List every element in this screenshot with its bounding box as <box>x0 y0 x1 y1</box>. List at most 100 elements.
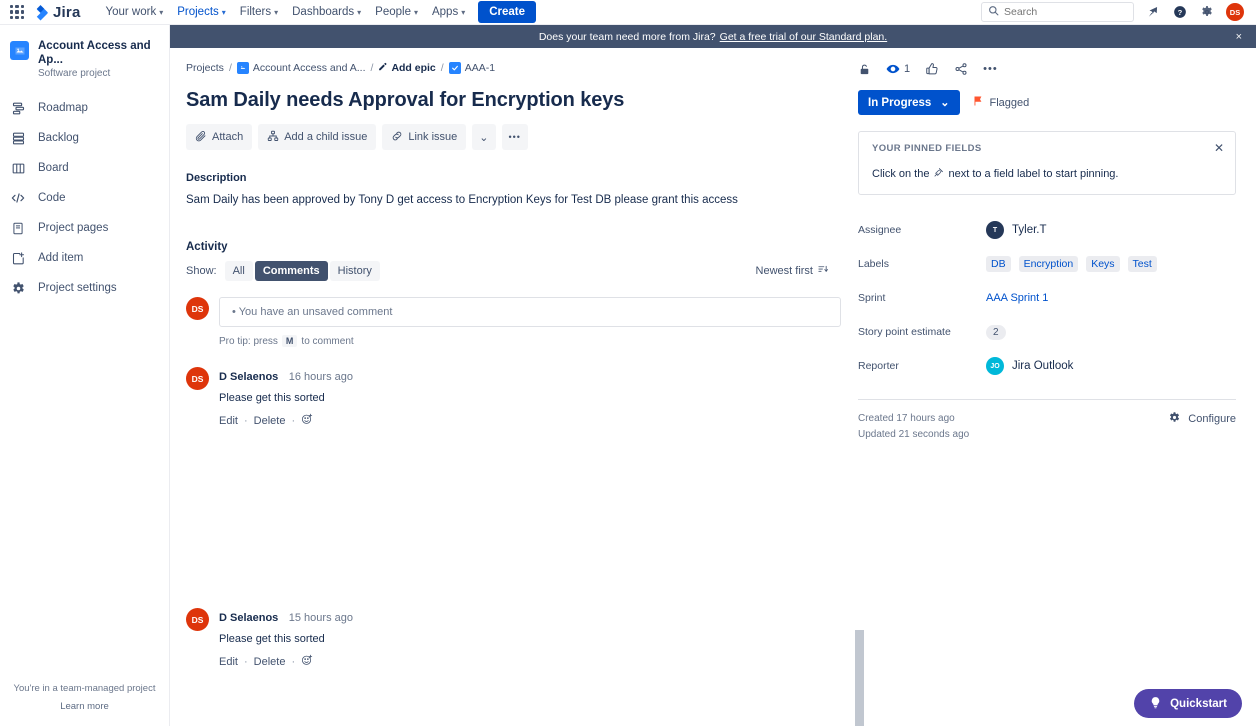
watch-eye-icon[interactable]: 1 <box>886 62 910 76</box>
label-chip[interactable]: Test <box>1127 256 1157 272</box>
sidebar-learn-more-link[interactable]: Learn more <box>60 701 109 712</box>
search-box[interactable] <box>981 2 1134 22</box>
lock-icon[interactable] <box>858 63 871 76</box>
field-value[interactable]: JO Jira Outlook <box>986 357 1073 375</box>
separator-dot: · <box>291 414 296 427</box>
thumbs-up-icon[interactable] <box>925 62 939 76</box>
filter-history[interactable]: History <box>329 261 380 281</box>
comment-author[interactable]: D Selaenos <box>219 371 278 383</box>
label-chip[interactable]: Encryption <box>1018 256 1079 272</box>
add-reaction-icon[interactable] <box>301 413 313 428</box>
link-issue-button[interactable]: Link issue <box>382 124 467 150</box>
breadcrumb: Projects / Account Access and A... / Add… <box>186 62 495 74</box>
filter-comments[interactable]: Comments <box>254 261 328 281</box>
more-options-icon[interactable]: ••• <box>983 63 998 75</box>
settings-gear-icon[interactable] <box>1199 4 1215 20</box>
search-input[interactable] <box>1004 6 1127 18</box>
comment-body-wrap: D Selaenos 16 hours ago Please get this … <box>219 367 353 428</box>
nav-apps[interactable]: Apps ▾ <box>425 3 472 21</box>
avatar: DS <box>186 297 209 320</box>
sidebar-project-header[interactable]: Account Access and Ap... Software projec… <box>0 35 169 79</box>
breadcrumb-project-label: Account Access and A... <box>252 62 366 74</box>
breadcrumb-add-epic[interactable]: Add epic <box>378 62 436 74</box>
sidebar-item-backlog[interactable]: Backlog <box>0 123 169 153</box>
sidebar-footer: You're in a team-managed project Learn m… <box>0 680 169 716</box>
nav-projects[interactable]: Projects ▾ <box>170 3 233 21</box>
sidebar-item-label: Backlog <box>38 132 79 144</box>
sidebar-item-roadmap[interactable]: Roadmap <box>0 93 169 123</box>
avatar: T <box>986 221 1004 239</box>
scrollbar-thumb[interactable] <box>855 630 864 726</box>
sort-order-button[interactable]: Newest first <box>756 264 850 278</box>
filter-all[interactable]: All <box>224 261 253 281</box>
activity-heading: Activity <box>186 241 228 253</box>
create-button[interactable]: Create <box>478 1 537 23</box>
comment-timestamp: 15 hours ago <box>288 612 353 624</box>
attach-button[interactable]: Attach <box>186 124 253 150</box>
pinned-fields-panel: YOUR PINNED FIELDS Click on the next to … <box>858 131 1236 195</box>
sidebar-item-add-item[interactable]: Add item <box>0 243 169 273</box>
actions-dropdown-button[interactable]: ⌄ <box>472 124 496 150</box>
label-chip[interactable]: DB <box>986 256 1011 272</box>
nav-your-work[interactable]: Your work ▾ <box>99 3 171 21</box>
user-avatar[interactable]: DS <box>1226 3 1244 21</box>
comment-delete-link[interactable]: Delete <box>254 656 286 668</box>
field-label: Sprint <box>858 292 886 304</box>
status-label: In Progress <box>868 96 932 109</box>
gear-icon <box>1168 411 1181 427</box>
add-item-icon <box>10 250 26 266</box>
comment-delete-link[interactable]: Delete <box>254 415 286 427</box>
comment-edit-link[interactable]: Edit <box>219 415 238 427</box>
breadcrumb-projects[interactable]: Projects <box>186 62 224 74</box>
breadcrumb-issue-key[interactable]: AAA-1 <box>448 62 496 74</box>
breadcrumb-separator: / <box>440 62 444 74</box>
quickstart-label: Quickstart <box>1170 697 1227 710</box>
field-value[interactable]: AAA Sprint 1 <box>986 292 1048 304</box>
comment-edit-link[interactable]: Edit <box>219 656 238 668</box>
nav-filters[interactable]: Filters ▾ <box>233 3 285 21</box>
protip-key: M <box>281 335 298 347</box>
nav-dashboards[interactable]: Dashboards ▾ <box>285 3 368 21</box>
field-value[interactable]: 2 <box>986 324 1006 340</box>
more-actions-button[interactable]: ••• <box>501 124 528 150</box>
banner-trial-link[interactable]: Get a free trial of our Standard plan. <box>720 31 888 43</box>
sidebar-item-code[interactable]: Code <box>0 183 169 213</box>
comment-item: DS D Selaenos 16 hours ago Please get th… <box>186 367 850 428</box>
help-icon[interactable]: ? <box>1172 4 1188 20</box>
protip-suffix: to comment <box>301 335 354 347</box>
field-value[interactable]: T Tyler.T <box>986 221 1047 239</box>
field-value[interactable]: DB Encryption Keys Test <box>986 256 1157 272</box>
comment-author[interactable]: D Selaenos <box>219 612 278 624</box>
breadcrumb-separator: / <box>228 62 232 74</box>
label-chip[interactable]: Keys <box>1086 256 1120 272</box>
link-issue-label: Link issue <box>408 131 458 143</box>
sprint-link[interactable]: AAA Sprint 1 <box>986 292 1048 304</box>
configure-button[interactable]: Configure <box>1168 411 1236 427</box>
comment-text: Please get this sorted <box>219 633 325 645</box>
sidebar-item-project-pages[interactable]: Project pages <box>0 213 169 243</box>
add-child-issue-button[interactable]: Add a child issue <box>258 124 377 150</box>
sidebar-item-board[interactable]: Board <box>0 153 169 183</box>
banner-close-icon[interactable]: × <box>1236 31 1242 43</box>
jira-logo[interactable]: Jira <box>32 4 81 21</box>
breadcrumb-project[interactable]: Account Access and A... <box>236 62 366 74</box>
add-reaction-icon[interactable] <box>301 654 313 669</box>
issue-timestamps: Created 17 hours ago Updated 21 seconds … <box>858 411 969 443</box>
comment-input[interactable]: • You have an unsaved comment <box>219 297 841 327</box>
gear-icon <box>10 280 26 296</box>
banner-text: Does your team need more from Jira? <box>538 30 716 43</box>
notifications-icon[interactable] <box>1145 4 1161 20</box>
description-text[interactable]: Sam Daily has been approved by Tony D ge… <box>186 192 850 209</box>
field-label: Labels <box>858 258 889 270</box>
chevron-down-icon: ⌄ <box>479 131 489 144</box>
status-dropdown-button[interactable]: In Progress ⌄ <box>858 90 960 115</box>
app-switcher-icon[interactable] <box>8 3 26 21</box>
quickstart-button[interactable]: Quickstart <box>1134 689 1242 718</box>
breadcrumb-issue-key-label: AAA-1 <box>464 62 496 74</box>
scrollbar-vertical[interactable]: ▼ <box>855 630 864 726</box>
sidebar-item-project-settings[interactable]: Project settings <box>0 273 169 303</box>
close-icon[interactable]: ✕ <box>1214 141 1224 155</box>
nav-people[interactable]: People ▾ <box>368 3 425 21</box>
share-icon[interactable] <box>954 62 968 76</box>
field-labels: Labels DB Encryption Keys Test <box>858 247 1236 281</box>
